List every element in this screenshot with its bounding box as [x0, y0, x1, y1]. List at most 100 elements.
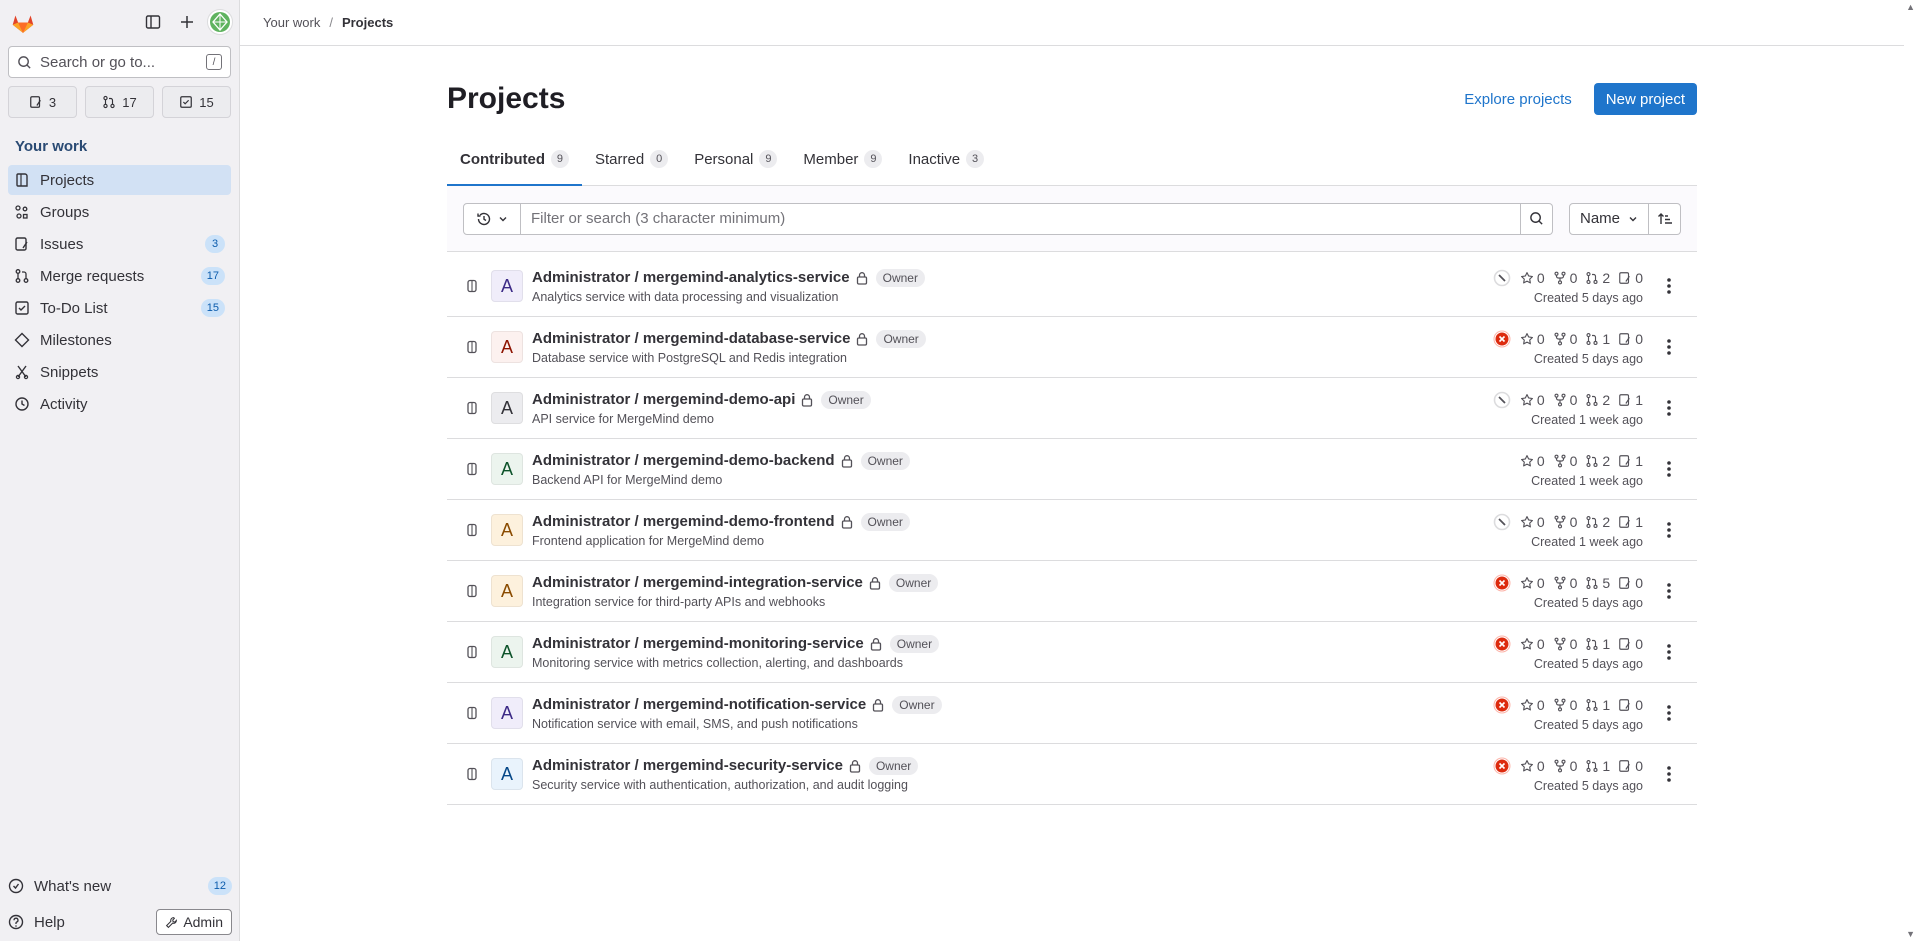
project-name-link[interactable]: Administrator / mergemind-notification-s…: [532, 696, 866, 713]
forks-count[interactable]: 0: [1553, 575, 1577, 591]
pipeline-failed-icon[interactable]: [1492, 634, 1512, 654]
project-avatar[interactable]: A: [491, 697, 523, 729]
pipeline-failed-icon[interactable]: [1492, 756, 1512, 776]
project-name-link[interactable]: Administrator / mergemind-analytics-serv…: [532, 269, 850, 286]
explore-projects-button[interactable]: Explore projects: [1464, 91, 1572, 108]
project-avatar[interactable]: A: [491, 453, 523, 485]
sort-direction-button[interactable]: [1649, 202, 1681, 235]
project-name-link[interactable]: Administrator / mergemind-integration-se…: [532, 574, 863, 591]
merge-requests-count[interactable]: 1: [1585, 636, 1610, 652]
stars-count[interactable]: 0: [1520, 453, 1545, 469]
project-name-link[interactable]: Administrator / mergemind-demo-backend: [532, 452, 835, 469]
project-name-link[interactable]: Administrator / mergemind-demo-api: [532, 391, 795, 408]
help-button[interactable]: Help: [34, 914, 65, 931]
project-avatar[interactable]: A: [491, 575, 523, 607]
project-avatar[interactable]: A: [491, 514, 523, 546]
issues-count[interactable]: 0: [1618, 331, 1643, 347]
merge-requests-count-button[interactable]: 17: [85, 86, 154, 118]
project-actions-kebab-icon[interactable]: [1657, 522, 1681, 538]
whats-new-button[interactable]: What's new 12: [0, 869, 240, 903]
global-search-input[interactable]: Search or go to... /: [8, 46, 231, 78]
issues-count[interactable]: 0: [1618, 270, 1643, 286]
sidebar-item-activity[interactable]: Activity: [8, 389, 231, 419]
sidebar-item-issues[interactable]: Issues 3: [8, 229, 231, 259]
forks-count[interactable]: 0: [1553, 453, 1577, 469]
pipeline-skipped-icon[interactable]: [1492, 512, 1512, 532]
issues-count[interactable]: 1: [1618, 392, 1643, 408]
breadcrumb-parent[interactable]: Your work: [263, 15, 320, 30]
gitlab-logo-icon[interactable]: [6, 5, 40, 39]
breadcrumb-current[interactable]: Projects: [342, 15, 393, 30]
project-name-link[interactable]: Administrator / mergemind-demo-frontend: [532, 513, 835, 530]
filter-search-input[interactable]: Filter or search (3 character minimum): [521, 202, 1521, 235]
tab-inactive[interactable]: Inactive 3: [895, 133, 997, 185]
project-avatar[interactable]: A: [491, 758, 523, 790]
merge-requests-count[interactable]: 2: [1585, 453, 1610, 469]
sidebar-item-projects[interactable]: Projects: [8, 165, 231, 195]
sort-by-dropdown[interactable]: Name: [1568, 202, 1649, 235]
project-actions-kebab-icon[interactable]: [1657, 766, 1681, 782]
project-actions-kebab-icon[interactable]: [1657, 400, 1681, 416]
project-name-link[interactable]: Administrator / mergemind-database-servi…: [532, 330, 850, 347]
admin-button[interactable]: Admin: [156, 909, 232, 935]
tab-member[interactable]: Member 9: [790, 133, 895, 185]
issues-count[interactable]: 0: [1618, 697, 1643, 713]
forks-count[interactable]: 0: [1553, 758, 1577, 774]
stars-count[interactable]: 0: [1520, 636, 1545, 652]
new-project-button[interactable]: New project: [1593, 83, 1697, 115]
forks-count[interactable]: 0: [1553, 636, 1577, 652]
tab-starred[interactable]: Starred 0: [582, 133, 681, 185]
merge-requests-count[interactable]: 2: [1585, 270, 1610, 286]
stars-count[interactable]: 0: [1520, 697, 1545, 713]
pipeline-failed-icon[interactable]: [1492, 329, 1512, 349]
plus-icon[interactable]: [173, 8, 201, 36]
merge-requests-count[interactable]: 5: [1585, 575, 1610, 591]
stars-count[interactable]: 0: [1520, 575, 1545, 591]
project-name-link[interactable]: Administrator / mergemind-monitoring-ser…: [532, 635, 864, 652]
issues-count-button[interactable]: 3: [8, 86, 77, 118]
tab-personal[interactable]: Personal 9: [681, 133, 790, 185]
scroll-up-icon[interactable]: ▲: [1906, 2, 1915, 12]
stars-count[interactable]: 0: [1520, 392, 1545, 408]
tab-contributed[interactable]: Contributed 9: [447, 133, 582, 186]
forks-count[interactable]: 0: [1553, 514, 1577, 530]
pipeline-failed-icon[interactable]: [1492, 695, 1512, 715]
forks-count[interactable]: 0: [1553, 697, 1577, 713]
filter-search-button[interactable]: [1520, 202, 1553, 235]
project-actions-kebab-icon[interactable]: [1657, 278, 1681, 294]
project-avatar[interactable]: A: [491, 331, 523, 363]
sidebar-item-todo-list[interactable]: To-Do List 15: [8, 293, 231, 323]
merge-requests-count[interactable]: 1: [1585, 758, 1610, 774]
issues-count[interactable]: 1: [1618, 453, 1643, 469]
issues-count[interactable]: 0: [1618, 636, 1643, 652]
project-actions-kebab-icon[interactable]: [1657, 705, 1681, 721]
page-scrollbar[interactable]: ▲ ▼: [1904, 0, 1918, 941]
project-actions-kebab-icon[interactable]: [1657, 583, 1681, 599]
merge-requests-count[interactable]: 1: [1585, 331, 1610, 347]
project-actions-kebab-icon[interactable]: [1657, 461, 1681, 477]
merge-requests-count[interactable]: 2: [1585, 514, 1610, 530]
issues-count[interactable]: 0: [1618, 575, 1643, 591]
stars-count[interactable]: 0: [1520, 758, 1545, 774]
todos-count-button[interactable]: 15: [162, 86, 231, 118]
project-actions-kebab-icon[interactable]: [1657, 339, 1681, 355]
stars-count[interactable]: 0: [1520, 331, 1545, 347]
pipeline-failed-icon[interactable]: [1492, 573, 1512, 593]
project-avatar[interactable]: A: [491, 270, 523, 302]
issues-count[interactable]: 1: [1618, 514, 1643, 530]
sidebar-item-milestones[interactable]: Milestones: [8, 325, 231, 355]
pipeline-skipped-icon[interactable]: [1492, 390, 1512, 410]
project-name-link[interactable]: Administrator / mergemind-security-servi…: [532, 757, 843, 774]
pipeline-skipped-icon[interactable]: [1492, 268, 1512, 288]
stars-count[interactable]: 0: [1520, 514, 1545, 530]
sidebar-item-merge-requests[interactable]: Merge requests 17: [8, 261, 231, 291]
merge-requests-count[interactable]: 1: [1585, 697, 1610, 713]
project-avatar[interactable]: A: [491, 636, 523, 668]
issues-count[interactable]: 0: [1618, 758, 1643, 774]
project-avatar[interactable]: A: [491, 392, 523, 424]
recent-searches-button[interactable]: [463, 202, 521, 235]
project-actions-kebab-icon[interactable]: [1657, 644, 1681, 660]
stars-count[interactable]: 0: [1520, 270, 1545, 286]
merge-requests-count[interactable]: 2: [1585, 392, 1610, 408]
scroll-down-icon[interactable]: ▼: [1906, 929, 1915, 939]
